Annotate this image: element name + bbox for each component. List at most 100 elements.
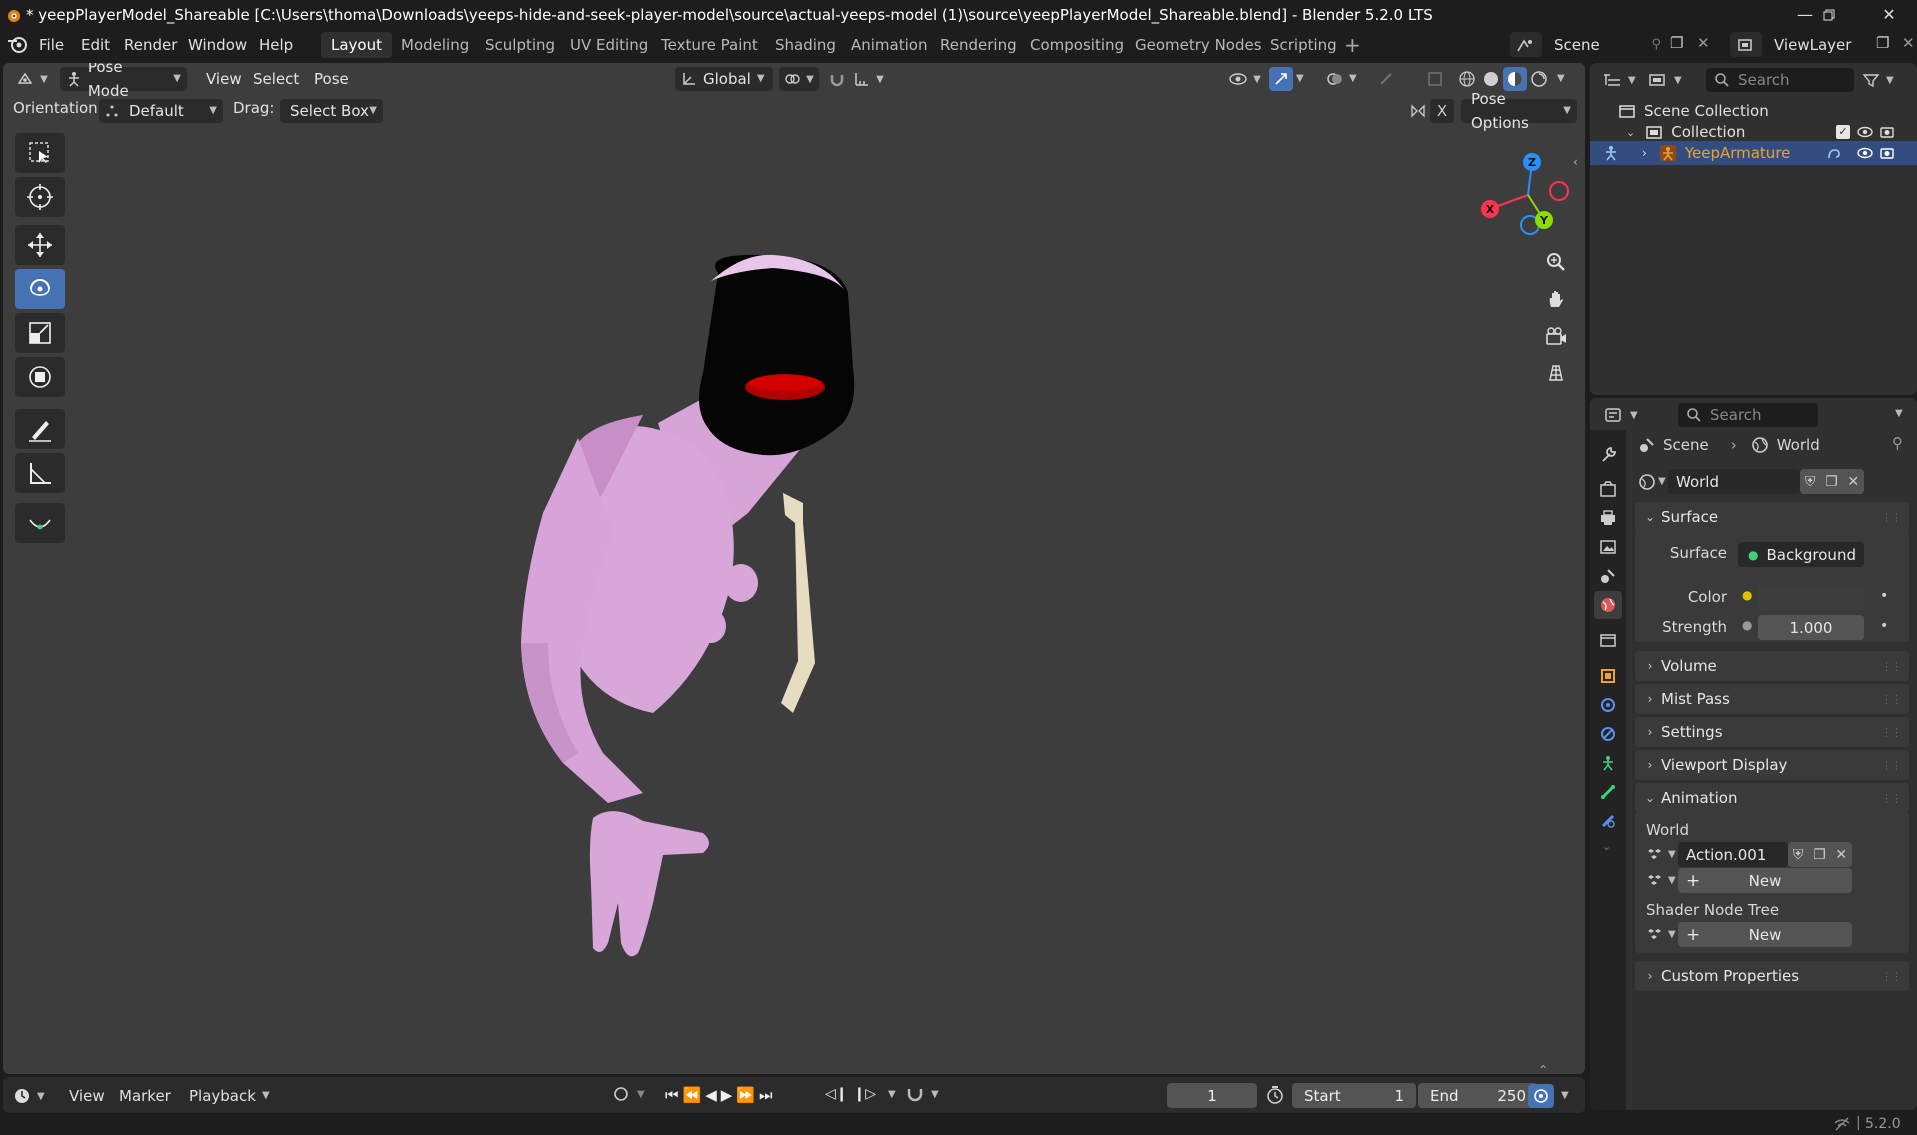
blender-menu-icon[interactable] [7,35,29,53]
tab-constraints[interactable] [1594,720,1622,748]
pin-icon[interactable]: ⚲ [1651,37,1661,52]
navigation-gizmo[interactable]: Z X Y [1473,145,1583,245]
expand-chevron-down-icon[interactable]: ⌄ [1626,126,1635,139]
keyframe-dot-icon[interactable]: • [1880,588,1888,604]
next-frame-icon[interactable]: ❙▷ [854,1086,877,1102]
panel-settings-header[interactable]: › Settings ⋮⋮ [1635,717,1909,747]
fake-user-shield-icon[interactable]: ⛨ [1793,847,1804,863]
timeline-editor-type-button[interactable]: ▼ [13,1084,45,1108]
panel-viewport-display-header[interactable]: › Viewport Display ⋮⋮ [1635,750,1909,780]
tab-view-layer[interactable] [1594,533,1622,561]
3d-scene[interactable] [3,63,1585,1074]
tab-texture-paint[interactable]: Texture Paint [651,32,768,58]
gizmo-neg-x[interactable] [1549,181,1569,201]
drag-handle-icon[interactable]: ⋮⋮ [1881,511,1902,524]
drag-handle-icon[interactable]: ⋮⋮ [1881,726,1902,739]
menu-edit[interactable]: Edit [73,34,118,56]
tab-animation[interactable]: Animation [841,32,937,58]
tab-compositing[interactable]: Compositing [1020,32,1134,58]
restore-icon[interactable] [1801,0,1857,29]
auto-keying-toggle[interactable]: ▼ [611,1084,645,1104]
drag-handle-icon[interactable]: ⋮⋮ [1881,693,1902,706]
tab-uv-editing[interactable]: UV Editing [560,32,658,58]
menu-render[interactable]: Render [116,34,185,56]
end-frame-field[interactable]: End 250 [1418,1083,1538,1108]
world-name-field[interactable]: World [1668,469,1800,494]
close-icon[interactable]: ✕ [1861,0,1917,29]
fake-user-shield-icon[interactable]: ⛨ [1805,474,1816,490]
panel-animation-header[interactable]: ⌄ Animation ⋮⋮ [1635,783,1909,813]
perspective-toggle-icon[interactable] [1540,357,1572,389]
camera-render-icon[interactable] [1879,125,1895,139]
tab-bone[interactable] [1594,778,1622,806]
new-shader-action-button[interactable]: + New [1678,922,1852,947]
duplicate-icon[interactable]: ❐ [1813,847,1826,863]
new-slot-button[interactable]: + New [1678,868,1852,893]
action-name-field[interactable]: Action.001 [1678,842,1788,867]
outliner-editor-type-button[interactable]: ▼ [1602,68,1636,92]
timeline-menu-view[interactable]: View [63,1084,111,1108]
scene-selector-button[interactable] [1510,32,1542,57]
panel-mist-pass-header[interactable]: › Mist Pass ⋮⋮ [1635,684,1909,714]
tab-physics[interactable] [1594,691,1622,719]
timeline-expand-icon[interactable]: ⌃ [1538,1063,1548,1074]
viewlayer-selector-button[interactable] [1730,32,1762,57]
pose-mode-indicator-icon[interactable] [1602,145,1620,161]
playhead-sync-toggle[interactable] [1528,1084,1554,1108]
surface-shader-selector[interactable]: ● Background [1738,542,1864,567]
world-browse-button[interactable]: ▼ [1638,469,1666,494]
yeep-model[interactable] [521,254,855,957]
duplicate-icon[interactable]: ❐ [1825,474,1838,490]
color-swatch[interactable] [1758,585,1864,610]
strength-field[interactable]: 1.000 [1758,615,1864,640]
start-frame-field[interactable]: Start 1 [1292,1083,1416,1108]
next-keyframe-icon[interactable]: ⏩ [736,1086,755,1104]
pin-icon[interactable]: ⚲ [1892,434,1903,452]
tab-render[interactable] [1594,475,1622,503]
add-workspace-icon[interactable]: + [1344,33,1361,57]
unlink-icon[interactable]: ✕ [1835,847,1847,863]
shader-action-browse-button[interactable]: ▼ [1646,922,1676,947]
strength-socket-dot-icon[interactable]: ● [1742,618,1752,632]
timeline-menu-marker[interactable]: Marker [113,1084,177,1108]
jump-end-icon[interactable]: ⏭ [759,1086,773,1104]
tab-object-data[interactable] [1594,749,1622,777]
delete-scene-icon[interactable]: ✕ [1697,34,1710,52]
prev-keyframe-icon[interactable]: ⏪ [683,1086,702,1104]
drag-handle-icon[interactable]: ⋮⋮ [1881,660,1902,673]
tab-output[interactable] [1594,504,1622,532]
jump-start-icon[interactable]: ⏮ [665,1086,679,1104]
prev-frame-icon[interactable]: ◁❙ [825,1086,848,1102]
sidebar-toggle-icon[interactable]: ‹ [1573,155,1578,169]
panel-custom-properties-header[interactable]: › Custom Properties ⋮⋮ [1635,961,1909,991]
tab-rendering[interactable]: Rendering [930,32,1027,58]
tab-world[interactable] [1594,591,1622,619]
current-frame-field[interactable]: 1 [1167,1083,1257,1108]
panel-surface-header[interactable]: ⌄ Surface ⋮⋮ [1635,502,1909,532]
filter-dropdown[interactable]: ▼ [1862,68,1894,92]
menu-file[interactable]: File [31,34,72,56]
pan-hand-icon[interactable] [1540,283,1572,315]
unlink-icon[interactable]: ✕ [1847,474,1859,490]
eye-icon[interactable] [1856,146,1874,160]
tab-scene[interactable] [1594,562,1622,590]
color-socket-dot-icon[interactable]: ● [1742,588,1752,602]
outliner-search-field[interactable]: Search [1706,68,1854,92]
tab-collection[interactable] [1594,626,1622,654]
timeline-menu-playback[interactable]: Playback ▼ [183,1084,276,1108]
properties-editor-type-button[interactable]: ▼ [1604,403,1638,427]
tab-object[interactable] [1594,662,1622,690]
3d-viewport[interactable]: ▼ Pose Mode ▼ View Select Pose Global ▼ ▼ … [3,63,1585,1074]
snapping-toggle[interactable]: ▼ [905,1084,939,1104]
preview-range-icon[interactable] [1265,1085,1285,1109]
drag-handle-icon[interactable]: ⋮⋮ [1881,792,1902,805]
properties-search-field[interactable]: Search [1678,403,1818,427]
tab-geometry-nodes[interactable]: Geometry Nodes [1125,32,1272,58]
play-reverse-icon[interactable]: ◀ [705,1086,717,1104]
camera-render-icon[interactable] [1879,146,1895,160]
properties-options-dropdown[interactable]: ▼ [1895,408,1903,419]
delete-viewlayer-icon[interactable]: ✕ [1902,34,1915,52]
tab-shading[interactable]: Shading [765,32,846,58]
drag-handle-icon[interactable]: ⋮⋮ [1881,970,1902,983]
camera-view-icon[interactable] [1540,320,1572,352]
